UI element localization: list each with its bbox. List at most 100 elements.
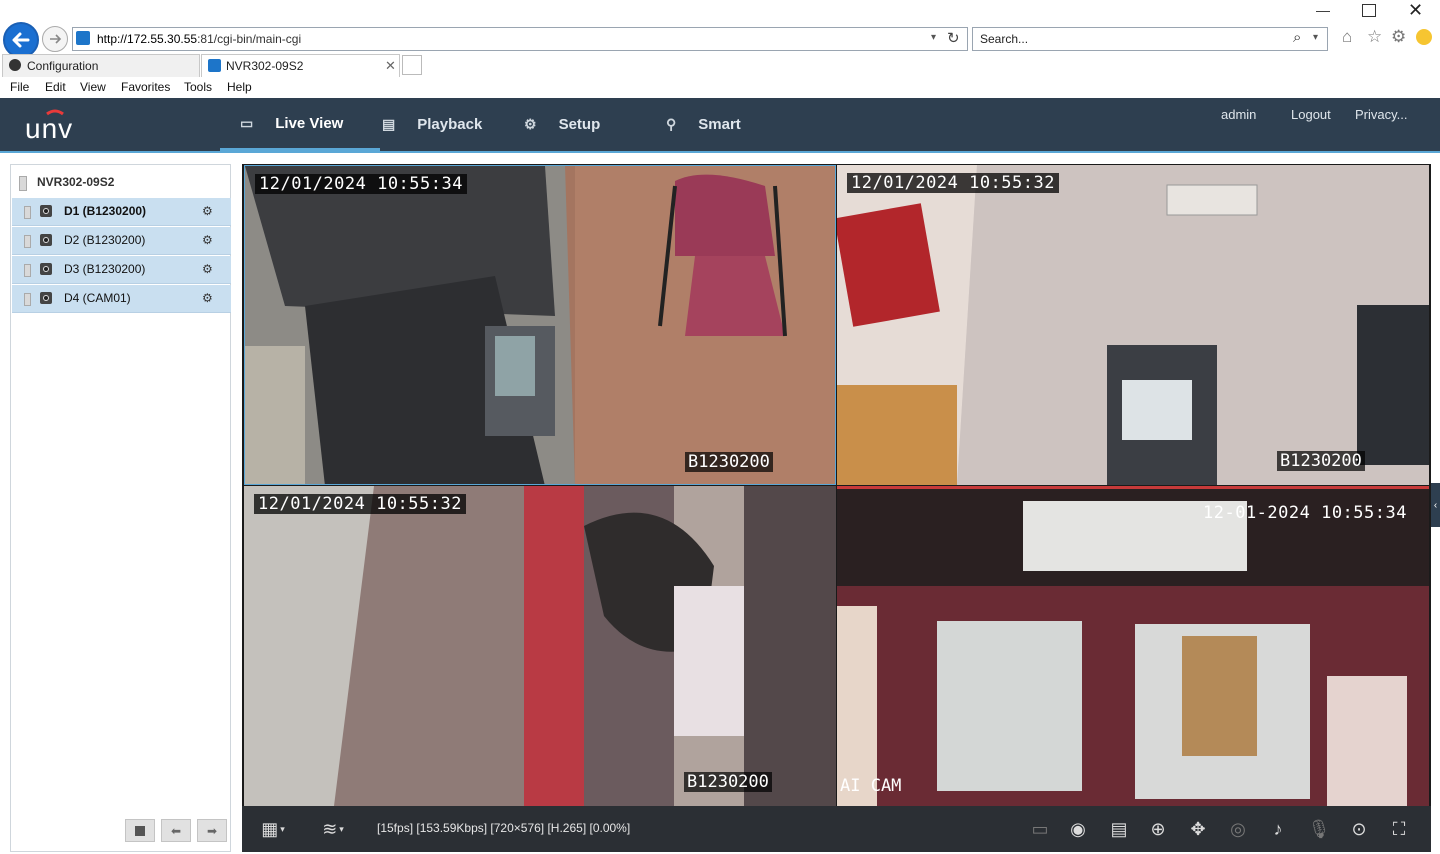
snapshot-camera-icon[interactable]: ◉	[1067, 818, 1089, 840]
nav-live-view-label: Live View	[275, 114, 344, 132]
app-header: unv ▭ Live View ▤ Playback ⚙ Setup ⚲ Sma…	[0, 98, 1440, 153]
nvr-icon	[19, 176, 27, 191]
digital-zoom-icon[interactable]: ⊕	[1147, 818, 1169, 840]
menu-favorites[interactable]: Favorites	[121, 80, 170, 94]
device-tree-root[interactable]: NVR302-09S2	[11, 168, 230, 196]
address-path: :81/cgi-bin/main-cgi	[197, 32, 302, 46]
display-mode-icon[interactable]: ▭	[1029, 818, 1051, 840]
video-cell-4[interactable]: 12-01-2024 10:55:34 AI CAM	[837, 486, 1429, 806]
channel-row-d1[interactable]: D1 (B1230200) ⚙	[12, 198, 231, 226]
record-settings-icon[interactable]: ⚙	[202, 233, 218, 248]
tab-nvr[interactable]: NVR302-09S2 ✕	[201, 54, 400, 77]
channel-status-icon	[24, 206, 31, 219]
page-favicon-icon	[76, 31, 90, 45]
chevron-down-icon: ▾	[280, 823, 285, 834]
channel-status-icon	[24, 264, 31, 277]
microphone-icon[interactable]: 🎙	[1308, 818, 1331, 840]
stream-select-button[interactable]: ≋ ▾	[316, 818, 350, 840]
channel-status-icon	[24, 293, 31, 306]
channel-row-d3[interactable]: D3 (B1230200) ⚙	[12, 256, 231, 284]
panel-collapse-handle[interactable]: ‹	[1431, 483, 1440, 527]
forward-arrow-icon	[50, 34, 62, 44]
smart-track-icon[interactable]: ◎	[1227, 818, 1249, 840]
tab-close-icon[interactable]: ✕	[385, 58, 396, 74]
address-bar[interactable]: http://172.55.30.55:81/cgi-bin/main-cgi …	[72, 27, 968, 51]
record-settings-icon[interactable]: ⚙	[202, 291, 218, 306]
camera-icon	[40, 292, 52, 304]
chevron-left-icon: ‹	[1433, 499, 1438, 511]
layout-grid-button[interactable]: ▦ ▾	[256, 818, 290, 840]
search-field[interactable]: Search... ⌕ ▾	[972, 27, 1328, 51]
nav-setup[interactable]: ⚙ Setup	[524, 98, 600, 151]
browser-tab-bar: Configuration NVR302-09S2 ✕	[0, 54, 1440, 77]
home-icon[interactable]: ⌂	[1342, 27, 1352, 47]
record-settings-icon[interactable]: ⚙	[202, 204, 218, 219]
search-icon[interactable]: ⌕	[1293, 29, 1301, 46]
address-text: http://172.55.30.55:81/cgi-bin/main-cgi	[97, 32, 301, 46]
video-grid: 12/01/2024 10:55:34 B1230200 12/01/2024 …	[242, 164, 1431, 806]
video-frame-3	[244, 486, 836, 806]
3d-positioning-icon[interactable]: ⊙	[1348, 818, 1370, 840]
refresh-icon[interactable]: ↻	[947, 29, 960, 47]
menu-file[interactable]: File	[10, 80, 29, 94]
favorites-star-icon[interactable]: ☆	[1367, 27, 1382, 47]
device-list-panel: NVR302-09S2 D1 (B1230200) ⚙ D2 (B1230200…	[10, 164, 231, 852]
svg-text:unv: unv	[25, 113, 73, 142]
stop-all-button[interactable]	[125, 819, 155, 842]
monitor-icon: ▭	[240, 114, 254, 131]
video-timestamp: 12/01/2024 10:55:32	[254, 494, 466, 514]
channel-label: D4 (CAM01)	[64, 291, 131, 305]
nav-playback[interactable]: ▤ Playback	[382, 98, 482, 151]
menu-edit[interactable]: Edit	[45, 80, 66, 94]
stream-icon: ≋	[322, 818, 338, 839]
volume-icon[interactable]: ♪	[1267, 818, 1289, 840]
video-cell-3[interactable]: 12/01/2024 10:55:32 B1230200	[244, 486, 836, 806]
left-arrow-icon: ⬅	[170, 823, 182, 838]
privacy-link[interactable]: Privacy...	[1355, 107, 1408, 122]
next-page-button[interactable]: ➡	[197, 819, 227, 842]
unv-logo-icon: unv	[25, 109, 73, 144]
window-minimize-button[interactable]: —	[1316, 2, 1334, 18]
address-dropdown-icon[interactable]: ▾	[931, 32, 936, 43]
channel-row-d4[interactable]: D4 (CAM01) ⚙	[12, 285, 231, 313]
film-icon: ▤	[382, 116, 396, 132]
channel-row-d2[interactable]: D2 (B1230200) ⚙	[12, 227, 231, 255]
stop-icon	[135, 825, 145, 836]
menu-tools[interactable]: Tools	[184, 80, 212, 94]
right-arrow-icon: ➡	[206, 823, 218, 838]
back-button[interactable]	[3, 22, 39, 58]
grid-icon: ▦	[261, 818, 279, 839]
tab-favicon-icon	[208, 59, 221, 72]
forward-button[interactable]	[42, 26, 68, 52]
nav-smart[interactable]: ⚲ Smart	[666, 98, 741, 151]
feedback-smiley-icon[interactable]	[1416, 29, 1432, 45]
record-clip-icon[interactable]: ▤	[1108, 818, 1130, 840]
ptz-control-icon[interactable]: ✥	[1187, 818, 1209, 840]
record-settings-icon[interactable]: ⚙	[202, 262, 218, 277]
prev-page-button[interactable]: ⬅	[161, 819, 191, 842]
menu-view[interactable]: View	[80, 80, 106, 94]
channel-label: D2 (B1230200)	[64, 233, 146, 247]
logout-link[interactable]: Logout	[1291, 107, 1331, 122]
window-close-button[interactable]: ✕	[1408, 0, 1423, 21]
camera-icon	[40, 205, 52, 217]
menu-help[interactable]: Help	[227, 80, 252, 94]
video-timestamp: 12-01-2024 10:55:34	[1203, 503, 1407, 523]
fullscreen-icon[interactable]: ⛶	[1388, 818, 1410, 840]
new-tab-button[interactable]	[402, 55, 422, 75]
nav-smart-label: Smart	[698, 116, 741, 133]
settings-gear-icon[interactable]: ⚙	[1391, 27, 1406, 47]
nav-live-view[interactable]: ▭ Live View	[220, 98, 380, 151]
gear-icon: ⚙	[524, 116, 537, 132]
video-cell-1[interactable]: 12/01/2024 10:55:34 B1230200	[244, 165, 836, 485]
device-root-label: NVR302-09S2	[37, 175, 115, 189]
tab-configuration[interactable]: Configuration	[2, 54, 200, 77]
nav-playback-label: Playback	[417, 116, 483, 133]
video-cell-2[interactable]: 12/01/2024 10:55:32 B1230200	[837, 165, 1429, 485]
live-toolbar: ▦ ▾ ≋ ▾ [15fps] [153.59Kbps] [720×576] [H.…	[242, 806, 1431, 852]
channel-status-icon	[24, 235, 31, 248]
search-placeholder: Search...	[980, 32, 1029, 46]
window-restore-button[interactable]	[1362, 4, 1376, 17]
search-dropdown-icon[interactable]: ▾	[1313, 32, 1318, 43]
chevron-down-icon: ▾	[339, 823, 344, 834]
